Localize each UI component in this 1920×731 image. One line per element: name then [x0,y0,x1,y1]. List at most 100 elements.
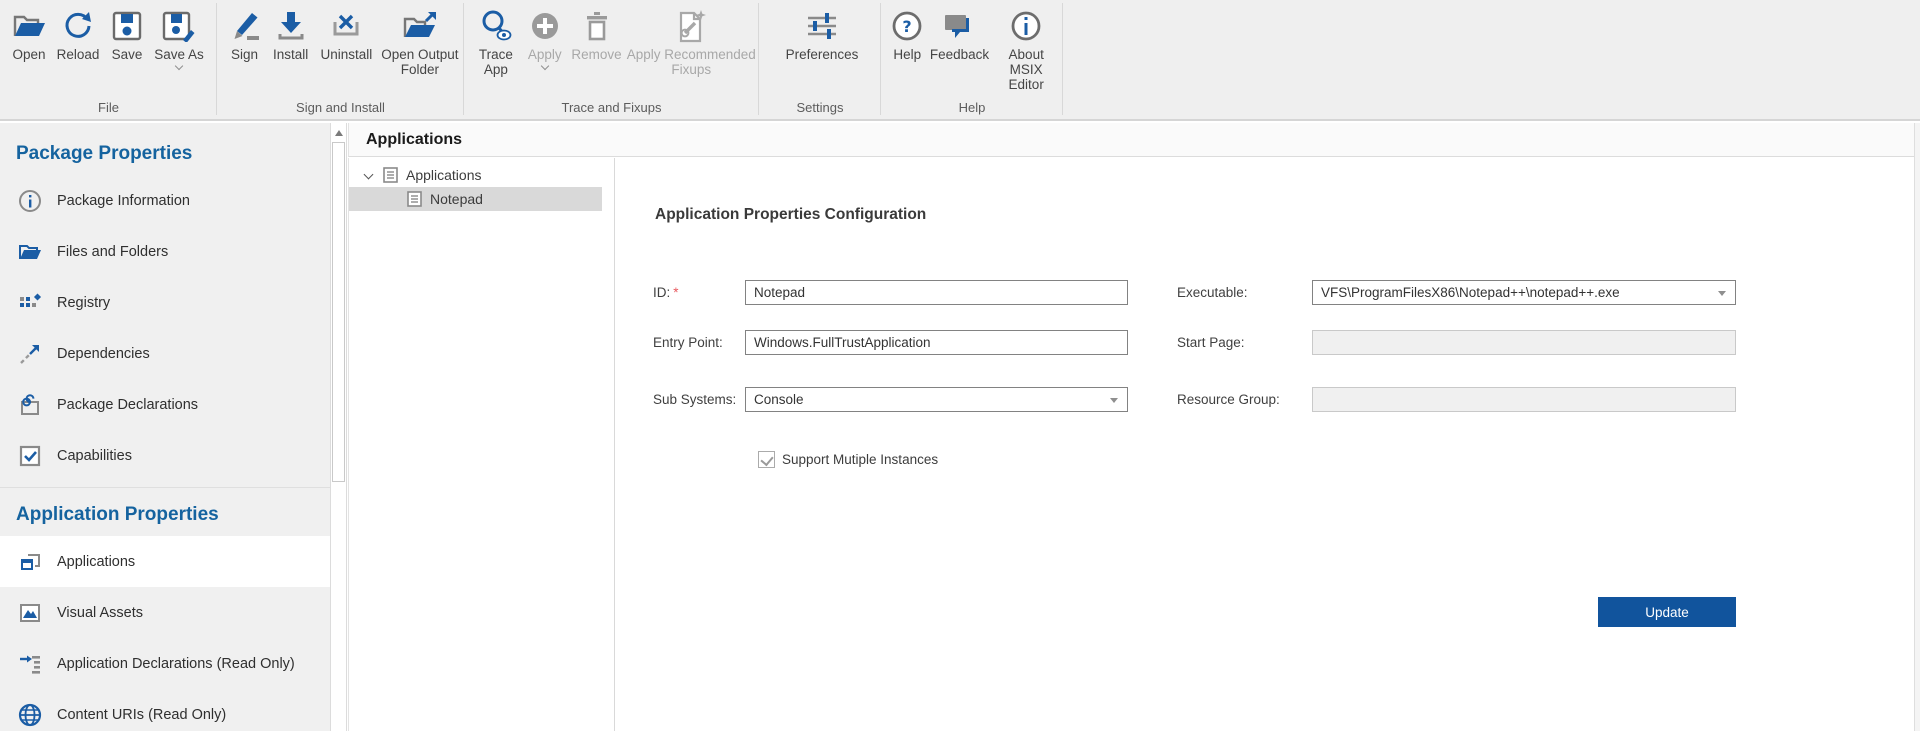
application-properties-form: Application Properties Configuration ID:… [615,158,1920,731]
ribbon-group-sign-install-label: Sign and Install [217,100,464,115]
apply-recommended-fixups-button[interactable]: Apply Recommended Fixups [625,6,757,77]
sub-systems-field-label: Sub Systems: [653,392,736,407]
about-msix-editor-button-label: About MSIX Editor [991,47,1061,92]
sidebar-item-label: Application Declarations (Read Only) [57,656,295,672]
preferences-button[interactable]: Preferences [777,6,867,62]
apply-plus-icon [529,8,561,44]
package-properties-header: Package Properties [0,123,330,175]
entry-point-field-label: Entry Point: [653,335,723,350]
output-folder-icon [402,8,438,44]
svg-text:?: ? [903,17,912,36]
application-properties-header: Application Properties [0,488,330,536]
sidebar-item-package-information[interactable]: Package Information [0,175,330,226]
main-panel: Applications Applications Notepad [348,123,1920,731]
save-as-button-label: Save As [154,47,204,62]
ribbon-group-trace-fixups-label: Trace and Fixups [464,100,759,115]
main-scrollbar[interactable] [1914,123,1920,731]
support-multiple-instances-label: Support Mutiple Instances [782,452,938,467]
sidebar-item-label: Content URIs (Read Only) [57,707,226,723]
save-button[interactable]: Save [104,6,150,62]
ribbon-group-trace-fixups: Trace App Apply Remove Apply Recommend [464,0,759,119]
combo-dropdown-arrow-icon[interactable] [1718,291,1726,296]
save-as-dropdown-chevron-icon[interactable] [175,63,183,71]
about-msix-editor-button[interactable]: About MSIX Editor [991,6,1061,92]
sidebar-item-content-uris[interactable]: Content URIs (Read Only) [0,689,330,731]
support-multiple-instances-row: Support Mutiple Instances [758,451,938,468]
ribbon-toolbar: Open Reload Save Save As [0,0,1920,121]
help-circle-icon: ? [891,8,923,44]
sliders-icon [805,8,839,44]
app-windows-icon [18,550,42,574]
reload-icon [62,8,94,44]
uninstall-button-label: Uninstall [321,47,373,62]
trash-icon [581,8,613,44]
sign-button[interactable]: Sign [223,6,266,62]
sidebar-item-capabilities[interactable]: Capabilities [0,430,330,481]
reload-button-label: Reload [57,47,100,62]
checkbox-icon [18,444,42,468]
feedback-bubble-icon [942,8,976,44]
sidebar-scrollbar-thumb[interactable] [332,142,345,482]
ribbon-group-help: ? Help Feedback About MSIX Editor Help [881,0,1063,119]
about-info-icon [1010,8,1042,44]
entry-point-input[interactable]: Windows.FullTrustApplication [745,330,1128,355]
open-output-folder-button[interactable]: Open Output Folder [378,6,462,77]
update-button[interactable]: Update [1598,597,1736,627]
sidebar-item-files-and-folders[interactable]: Files and Folders [0,226,330,277]
sidebar-item-label: Package Information [57,193,190,209]
ribbon-group-settings-label: Settings [759,100,881,115]
scroll-up-arrow-icon[interactable] [331,125,346,140]
help-button[interactable]: ? Help [887,6,928,62]
open-button[interactable]: Open [6,6,52,62]
executable-combobox[interactable]: VFS\ProgramFilesX86\Notepad++\notepad++.… [1312,280,1736,305]
id-field-label: ID:* [653,285,679,300]
start-page-input-disabled [1312,330,1736,355]
sidebar-item-dependencies[interactable]: Dependencies [0,328,330,379]
combo-dropdown-arrow-icon[interactable] [1110,398,1118,403]
uninstall-x-icon [330,8,362,44]
tree-node-notepad[interactable]: Notepad [349,187,602,211]
document-icon [383,167,398,183]
feedback-button-label: Feedback [930,47,989,62]
chevron-down-icon[interactable] [364,171,373,180]
ribbon-group-file: Open Reload Save Save As [0,0,217,119]
ribbon-group-settings: Preferences Settings [759,0,881,119]
save-icon [111,8,143,44]
folder-icon [18,240,42,264]
sign-button-label: Sign [231,47,258,62]
panel-header: Applications [348,123,1920,157]
tree-node-applications[interactable]: Applications [349,163,614,187]
remove-button-label: Remove [571,47,621,62]
preferences-button-label: Preferences [786,47,859,62]
install-button-label: Install [273,47,308,62]
trace-app-button[interactable]: Trace App [470,6,522,77]
sidebar-item-registry[interactable]: Registry [0,277,330,328]
reload-button[interactable]: Reload [52,6,104,62]
remove-button[interactable]: Remove [568,6,626,62]
sidebar-item-application-declarations[interactable]: Application Declarations (Read Only) [0,638,330,689]
form-heading: Application Properties Configuration [655,206,926,224]
uninstall-button[interactable]: Uninstall [315,6,378,62]
globe-icon [18,703,42,727]
declarations-list-icon [18,652,42,676]
sidebar-item-label: Dependencies [57,346,150,362]
sidebar-item-label: Package Declarations [57,397,198,413]
feedback-button[interactable]: Feedback [928,6,992,62]
apply-dropdown-chevron-icon[interactable] [541,63,549,71]
tree-node-label: Applications [406,167,482,183]
id-input[interactable]: Notepad [745,280,1128,305]
sub-systems-combobox[interactable]: Console [745,387,1128,412]
registry-blocks-icon [18,291,42,315]
sidebar-item-package-declarations[interactable]: Package Declarations [0,379,330,430]
save-as-button[interactable]: Save As [150,6,208,71]
executable-field-label: Executable: [1177,285,1248,300]
sign-pencil-icon [229,8,261,44]
apply-button[interactable]: Apply [522,6,568,71]
sidebar-scrollbar[interactable] [330,123,347,731]
msix-editor-window: Open Reload Save Save As [0,0,1920,731]
sidebar-item-applications[interactable]: Applications [0,536,330,587]
sidebar-item-visual-assets[interactable]: Visual Assets [0,587,330,638]
open-output-folder-button-label: Open Output Folder [378,47,462,77]
install-button[interactable]: Install [266,6,315,62]
apply-button-label: Apply [528,47,562,62]
